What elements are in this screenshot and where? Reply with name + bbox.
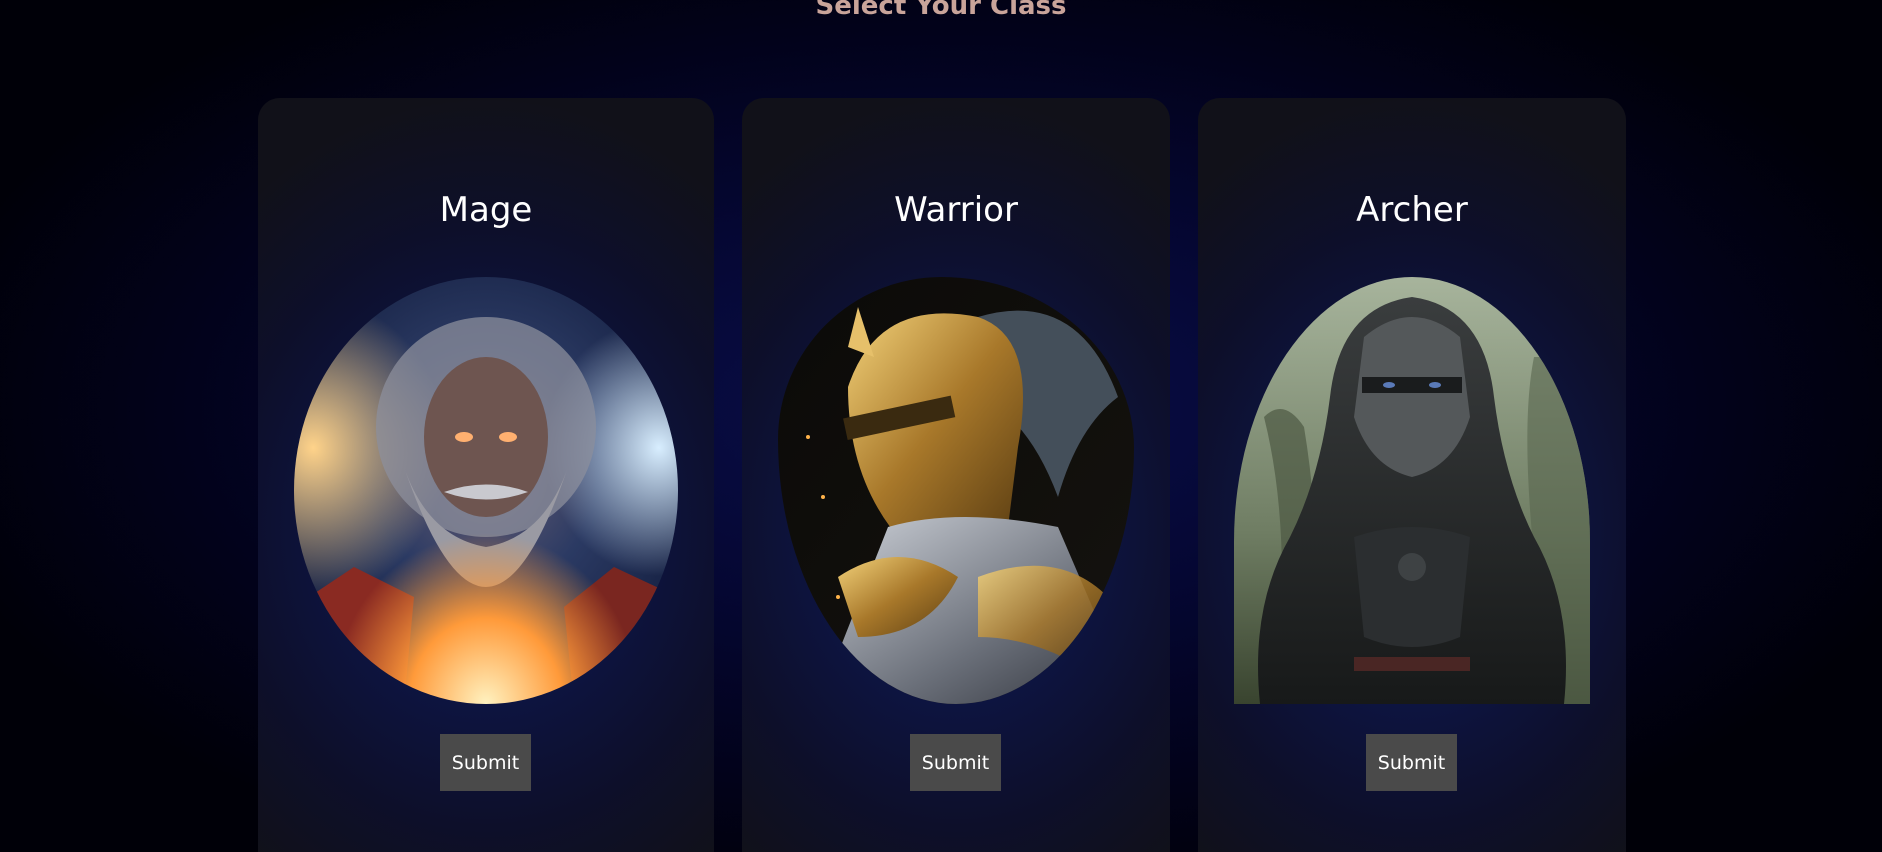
class-card-warrior[interactable]: Warrior Submit — [742, 98, 1170, 852]
page-title: Select Your Class — [815, 0, 1067, 21]
submit-button-mage[interactable]: Submit — [440, 734, 531, 791]
warrior-portrait-icon — [778, 277, 1134, 704]
class-title-archer: Archer — [1356, 190, 1468, 230]
class-title-mage: Mage — [439, 190, 533, 230]
submit-button-warrior[interactable]: Submit — [910, 734, 1001, 791]
archer-portrait-icon — [1234, 277, 1590, 704]
class-card-mage[interactable]: Mage Submit — [258, 98, 714, 852]
class-title-warrior: Warrior — [894, 190, 1018, 230]
submit-button-archer[interactable]: Submit — [1366, 734, 1457, 791]
class-card-archer[interactable]: Archer Submit — [1198, 98, 1626, 852]
mage-portrait-icon — [294, 277, 678, 704]
